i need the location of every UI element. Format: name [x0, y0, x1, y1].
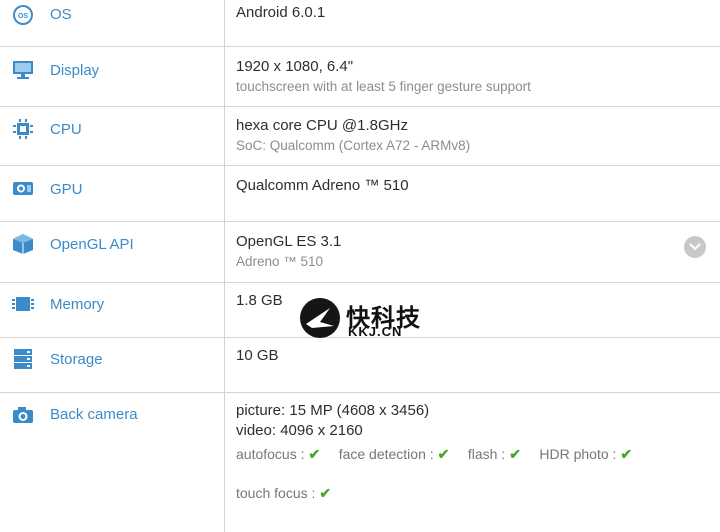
spec-row-gpu: GPU Qualcomm Adreno ™ 510: [0, 165, 720, 222]
chevron-down-icon: [689, 238, 701, 256]
row-value: OpenGL ES 3.1: [236, 233, 342, 250]
row-value: Android 6.0.1: [236, 4, 326, 21]
os-icon: OS: [12, 4, 34, 26]
expand-chevron-button[interactable]: [684, 236, 706, 258]
spec-row-cpu: CPU hexa core CPU @1.8GHz SoC: Qualcomm …: [0, 106, 720, 166]
row-label: Storage: [50, 351, 103, 368]
storage-icon: [12, 348, 34, 370]
camera-features-line: autofocus : ✔ face detection : ✔ flash : ✔ …: [236, 443, 720, 466]
camera-icon: [12, 404, 34, 426]
watermark-en: KKJ.CN: [348, 324, 403, 339]
spec-row-opengl: OpenGL API OpenGL ES 3.1 Adreno ™ 510: [0, 221, 720, 283]
spec-row-storage: Storage 10 GB: [0, 337, 720, 393]
feature-hdr-photo: HDR photo : ✔: [539, 446, 633, 462]
camera-picture: picture: 15 MP (4608 x 3456): [236, 402, 430, 419]
cube-icon: [12, 233, 34, 255]
check-icon: ✔: [319, 485, 332, 501]
spec-table: OS OS Android 6.0.1 Display 1920 x 1080,…: [0, 0, 720, 532]
feature-autofocus: autofocus : ✔: [236, 446, 321, 462]
row-label: GPU: [50, 181, 83, 198]
row-label: CPU: [50, 121, 82, 138]
row-value: 10 GB: [236, 347, 279, 364]
check-icon: ✔: [509, 446, 521, 462]
row-label: Back camera: [50, 406, 138, 423]
row-label: OpenGL API: [50, 236, 134, 253]
spec-row-display: Display 1920 x 1080, 6.4" touchscreen wi…: [0, 46, 720, 107]
kkj-logo-icon: [300, 298, 340, 338]
memory-icon: [12, 293, 34, 315]
row-label: OS: [50, 6, 72, 23]
row-subvalue: Adreno ™ 510: [236, 254, 324, 269]
row-value: 1920 x 1080, 6.4": [236, 58, 354, 75]
check-icon: ✔: [620, 446, 633, 462]
row-label: Memory: [50, 296, 105, 313]
row-value: Qualcomm Adreno ™ 510: [236, 177, 409, 194]
row-subvalue: touchscreen with at least 5 finger gestu…: [236, 79, 531, 94]
row-label: Display: [50, 62, 100, 79]
svg-text:OS: OS: [18, 13, 28, 20]
monitor-icon: [12, 59, 34, 81]
spec-row-back-camera: Back camera picture: 15 MP (4608 x 3456)…: [0, 392, 720, 532]
feature-touch-focus: touch focus : ✔: [236, 485, 332, 501]
feature-flash: flash : ✔: [467, 446, 521, 462]
row-subvalue: SoC: Qualcomm (Cortex A72 - ARMv8): [236, 138, 471, 153]
row-value: hexa core CPU @1.8GHz: [236, 117, 408, 134]
spec-row-os: OS OS Android 6.0.1: [0, 0, 720, 47]
kkj-watermark: 快科技 KKJ.CN: [300, 298, 430, 342]
camera-features-line-2: touch focus : ✔: [236, 482, 720, 505]
feature-face-detection: face detection : ✔: [338, 446, 450, 462]
gpu-icon: [12, 178, 34, 200]
check-icon: ✔: [437, 446, 450, 462]
camera-video: video: 4096 x 2160: [236, 422, 363, 439]
chip-icon: [12, 118, 34, 140]
check-icon: ✔: [308, 446, 321, 462]
